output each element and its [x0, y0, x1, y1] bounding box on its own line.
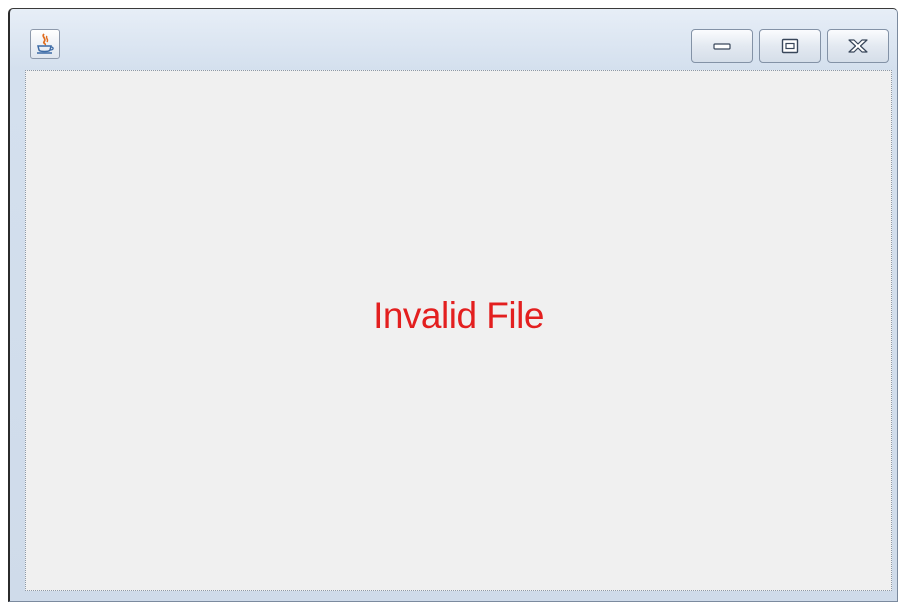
java-coffee-cup-icon[interactable] [30, 29, 60, 59]
title-bar[interactable] [10, 9, 897, 69]
minimize-button[interactable] [691, 29, 753, 63]
close-button[interactable] [827, 29, 889, 63]
app-window: Invalid File [8, 8, 898, 602]
maximize-button[interactable] [759, 29, 821, 63]
error-message: Invalid File [373, 295, 544, 336]
content-panel: Invalid File [25, 70, 892, 591]
